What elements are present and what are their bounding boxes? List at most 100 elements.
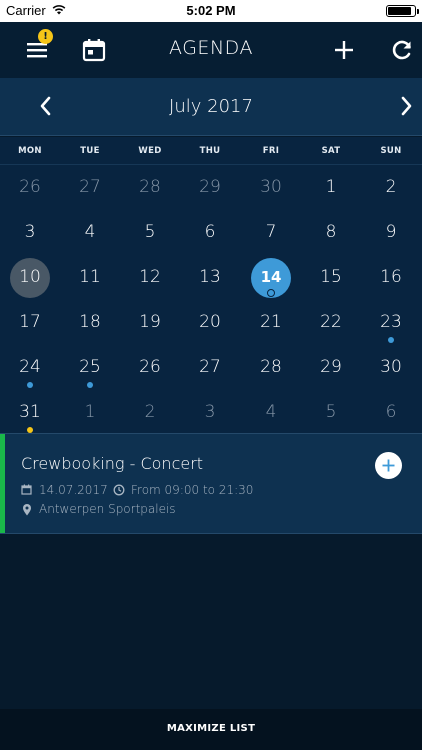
weekday-label: MON xyxy=(18,146,42,156)
calendar-day[interactable]: 24 xyxy=(0,345,60,390)
day-number: 15 xyxy=(320,267,342,287)
calendar-day[interactable]: 13 xyxy=(180,255,240,300)
calendar-day[interactable]: 5 xyxy=(301,390,361,435)
day-number: 5 xyxy=(325,402,337,422)
day-number: 25 xyxy=(79,357,101,377)
day-number: 22 xyxy=(320,312,342,332)
day-number: 30 xyxy=(380,357,402,377)
calendar-day[interactable]: 29 xyxy=(301,345,361,390)
event-date: 14.07.2017 xyxy=(39,483,108,497)
day-number: 3 xyxy=(24,222,36,242)
calendar-day[interactable]: 12 xyxy=(120,255,180,300)
calendar-day[interactable]: 26 xyxy=(0,165,60,210)
calendar-day[interactable]: 23 xyxy=(361,300,421,345)
calendar-day[interactable]: 27 xyxy=(180,345,240,390)
day-number: 13 xyxy=(199,267,221,287)
weekday-label: SUN xyxy=(380,146,402,156)
event-indicator-dot xyxy=(87,382,93,388)
calendar-day[interactable]: 7 xyxy=(241,210,301,255)
day-number: 14 xyxy=(260,268,282,286)
calendar-day[interactable]: 2 xyxy=(120,390,180,435)
event-indicator-dot xyxy=(388,337,394,343)
day-number: 1 xyxy=(84,402,96,422)
day-number: 29 xyxy=(199,177,221,197)
calendar-day[interactable]: 15 xyxy=(301,255,361,300)
calendar-day[interactable]: 17 xyxy=(0,300,60,345)
battery-icon xyxy=(386,5,419,17)
calendar-day[interactable]: 14 xyxy=(241,255,301,300)
calendar-day[interactable]: 30 xyxy=(241,165,301,210)
calendar-day[interactable]: 5 xyxy=(120,210,180,255)
calendar-day[interactable]: 11 xyxy=(60,255,120,300)
calendar-day[interactable]: 3 xyxy=(180,390,240,435)
calendar-day[interactable]: 18 xyxy=(60,300,120,345)
day-number: 27 xyxy=(199,357,221,377)
clock-icon xyxy=(113,484,125,496)
day-number: 12 xyxy=(139,267,161,287)
calendar-day[interactable]: 28 xyxy=(241,345,301,390)
plus-icon xyxy=(382,459,395,472)
day-number: 31 xyxy=(19,402,41,422)
calendar-day[interactable]: 8 xyxy=(301,210,361,255)
event-card[interactable]: Crewbooking - Concert 14.07.2017 From 09… xyxy=(0,433,422,534)
calendar-day[interactable]: 3 xyxy=(0,210,60,255)
day-number: 4 xyxy=(84,222,96,242)
day-number: 16 xyxy=(380,267,402,287)
calendar-day[interactable]: 29 xyxy=(180,165,240,210)
add-button[interactable] xyxy=(326,32,362,68)
chevron-right-icon[interactable] xyxy=(394,94,418,118)
event-time: From 09:00 to 21:30 xyxy=(131,483,254,497)
calendar-day[interactable]: 19 xyxy=(120,300,180,345)
day-number: 28 xyxy=(139,177,161,197)
day-number: 1 xyxy=(325,177,337,197)
day-number: 18 xyxy=(79,312,101,332)
day-number: 2 xyxy=(385,177,397,197)
calendar-day[interactable]: 26 xyxy=(120,345,180,390)
event-location: Antwerpen Sportpaleis xyxy=(39,502,176,516)
event-indicator-dot xyxy=(267,289,275,297)
plus-icon xyxy=(335,41,353,59)
calendar-day[interactable]: 10 xyxy=(0,255,60,300)
clock: 5:02 PM xyxy=(186,3,236,18)
day-number: 29 xyxy=(320,357,342,377)
day-number: 4 xyxy=(265,402,277,422)
maximize-list-button[interactable]: MAXIMIZE LIST xyxy=(0,709,422,750)
day-number: 7 xyxy=(265,222,277,242)
day-number: 19 xyxy=(139,312,161,332)
month-title: July 2017 xyxy=(169,96,253,117)
calendar-day[interactable]: 2 xyxy=(361,165,421,210)
calendar-grid: 26 27 28 29 30 1 2 3 4 5 6 7 8 9 10 11 12 13 14 15 16 17 18 19 2… xyxy=(0,165,422,433)
calendar-day[interactable]: 25 xyxy=(60,345,120,390)
refresh-icon xyxy=(392,40,411,60)
event-color-bar xyxy=(0,434,5,533)
status-bar: Carrier 5:02 PM xyxy=(0,0,422,22)
calendar-day[interactable]: 4 xyxy=(60,210,120,255)
calendar-day[interactable]: 28 xyxy=(120,165,180,210)
calendar-day[interactable]: 6 xyxy=(361,390,421,435)
weekday-label: TUE xyxy=(80,146,100,156)
calendar-day[interactable]: 1 xyxy=(301,165,361,210)
calendar-day[interactable]: 31 xyxy=(0,390,60,435)
day-number: 24 xyxy=(19,357,41,377)
refresh-button[interactable] xyxy=(384,32,420,68)
day-number: 11 xyxy=(79,267,101,287)
calendar-day[interactable]: 22 xyxy=(301,300,361,345)
calendar-day[interactable]: 30 xyxy=(361,345,421,390)
day-number: 20 xyxy=(199,312,221,332)
month-header: July 2017 xyxy=(0,78,422,136)
calendar-day[interactable]: 4 xyxy=(241,390,301,435)
calendar-day[interactable]: 1 xyxy=(60,390,120,435)
day-number: 28 xyxy=(260,357,282,377)
calendar-day[interactable]: 6 xyxy=(180,210,240,255)
calendar-day[interactable]: 21 xyxy=(241,300,301,345)
event-add-button[interactable] xyxy=(375,452,402,479)
day-number: 30 xyxy=(260,177,282,197)
day-number: 26 xyxy=(139,357,161,377)
day-number: 8 xyxy=(325,222,337,242)
day-number: 21 xyxy=(260,312,282,332)
calendar-day[interactable]: 9 xyxy=(361,210,421,255)
calendar-day[interactable]: 20 xyxy=(180,300,240,345)
calendar-day[interactable]: 27 xyxy=(60,165,120,210)
weekday-label: THU xyxy=(199,146,221,156)
calendar-day[interactable]: 16 xyxy=(361,255,421,300)
